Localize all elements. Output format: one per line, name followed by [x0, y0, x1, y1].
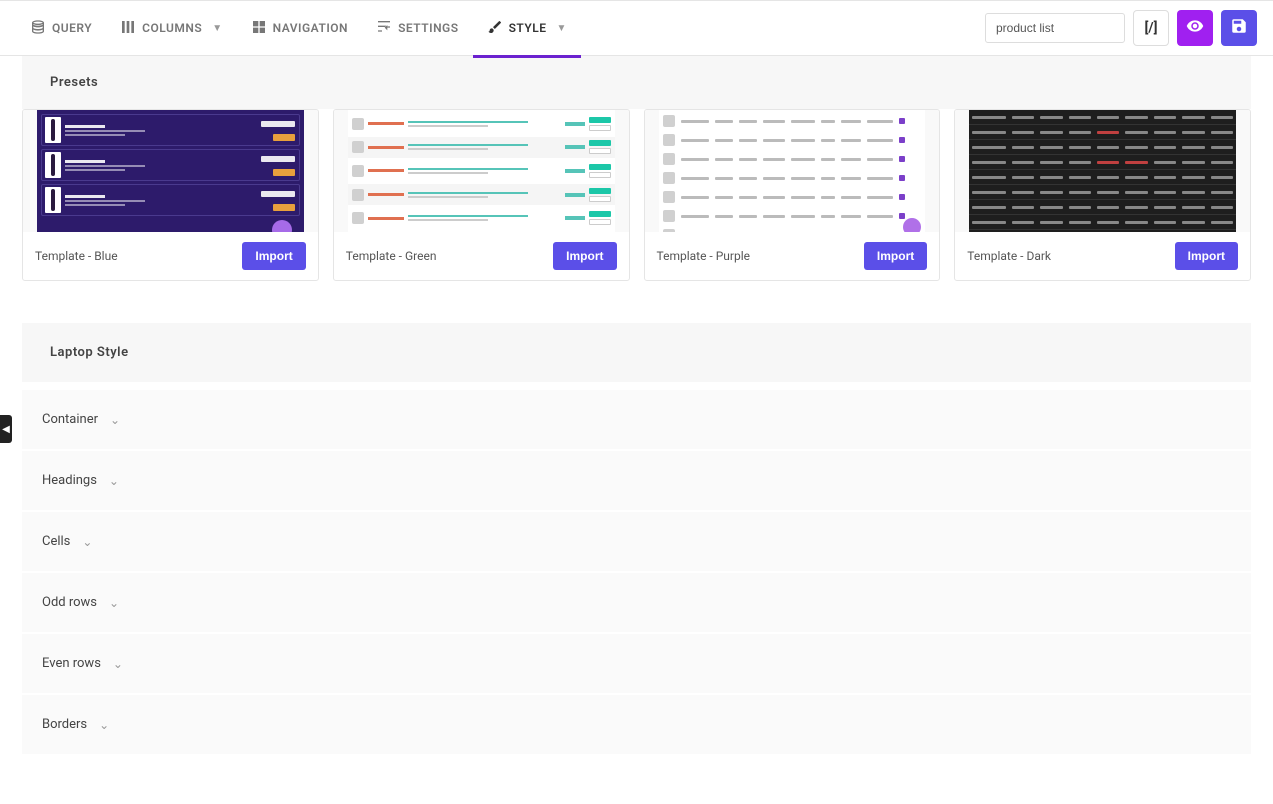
accordion-row-borders[interactable]: Borders ⌄	[22, 695, 1251, 756]
chevron-down-icon: ⌄	[110, 413, 120, 427]
preset-card-purple: Template - Purple Import	[644, 109, 941, 281]
caret-down-icon: ▼	[557, 23, 567, 34]
accordion-row-container[interactable]: Container ⌄	[22, 390, 1251, 451]
preset-card-dark: Template - Dark Import	[954, 109, 1251, 281]
preset-name: Template - Purple	[657, 249, 750, 263]
accordion-label: Cells	[42, 534, 70, 549]
accordion-row-cells[interactable]: Cells ⌄	[22, 512, 1251, 573]
import-button[interactable]: Import	[864, 242, 927, 270]
preset-name: Template - Blue	[35, 249, 118, 263]
import-button[interactable]: Import	[242, 242, 305, 270]
preset-thumbnail[interactable]	[955, 110, 1250, 232]
chevron-down-icon: ⌄	[82, 535, 92, 549]
top-toolbar: QUERY COLUMNS ▼ NAVIGATION SETTINGS STYL…	[0, 0, 1273, 56]
tab-label: NAVIGATION	[273, 21, 348, 35]
style-accordion: Container ⌄ Headings ⌄ Cells ⌄ Odd rows …	[22, 390, 1251, 756]
preset-name: Template - Green	[346, 249, 437, 263]
chevron-down-icon: ⌄	[109, 596, 119, 610]
tab-navigation[interactable]: NAVIGATION	[237, 0, 362, 57]
accordion-label: Borders	[42, 717, 87, 732]
tab-bar: QUERY COLUMNS ▼ NAVIGATION SETTINGS STYL…	[16, 0, 977, 57]
tab-style[interactable]: STYLE ▼	[473, 0, 581, 57]
preset-thumbnail[interactable]	[334, 110, 629, 232]
save-icon	[1230, 17, 1248, 39]
chevron-down-icon: ⌄	[99, 718, 109, 732]
accordion-label: Odd rows	[42, 595, 97, 610]
import-button[interactable]: Import	[1175, 242, 1238, 270]
tab-query[interactable]: QUERY	[16, 0, 106, 57]
laptop-style-header: Laptop Style	[22, 323, 1251, 382]
presets-row: Template - Blue Import Template - Green …	[22, 109, 1251, 281]
accordion-label: Headings	[42, 473, 97, 488]
tab-label: STYLE	[509, 21, 547, 35]
shortcode-button[interactable]: [/]	[1133, 10, 1169, 46]
preview-button[interactable]	[1177, 10, 1213, 46]
eye-icon	[1186, 17, 1204, 39]
title-input[interactable]	[985, 13, 1125, 43]
tab-label: COLUMNS	[142, 21, 202, 35]
brush-icon	[487, 19, 503, 38]
save-button[interactable]	[1221, 10, 1257, 46]
preset-name: Template - Dark	[967, 249, 1051, 263]
accordion-row-odd-rows[interactable]: Odd rows ⌄	[22, 573, 1251, 634]
tab-label: QUERY	[52, 21, 92, 35]
preset-card-green: Template - Green Import	[333, 109, 630, 281]
chevron-down-icon: ⌄	[109, 474, 119, 488]
columns-icon	[120, 19, 136, 38]
accordion-row-even-rows[interactable]: Even rows ⌄	[22, 634, 1251, 695]
side-panel-toggle[interactable]: ◀	[0, 415, 12, 443]
accordion-label: Even rows	[42, 656, 101, 671]
chevron-down-icon: ⌄	[113, 657, 123, 671]
settings-icon	[376, 19, 392, 38]
accordion-row-headings[interactable]: Headings ⌄	[22, 451, 1251, 512]
tab-settings[interactable]: SETTINGS	[362, 0, 473, 57]
preset-thumbnail[interactable]	[645, 110, 940, 232]
tab-columns[interactable]: COLUMNS ▼	[106, 0, 236, 57]
preset-thumbnail[interactable]	[23, 110, 318, 232]
accordion-label: Container	[42, 412, 98, 427]
tab-label: SETTINGS	[398, 21, 459, 35]
preset-card-blue: Template - Blue Import	[22, 109, 319, 281]
presets-header: Presets	[22, 56, 1251, 109]
toolbar-right: [/]	[985, 10, 1257, 46]
main-content: Presets Template - Blue Import	[0, 56, 1273, 796]
caret-down-icon: ▼	[212, 23, 222, 34]
navigation-icon	[251, 19, 267, 38]
import-button[interactable]: Import	[553, 242, 616, 270]
database-icon	[30, 19, 46, 38]
